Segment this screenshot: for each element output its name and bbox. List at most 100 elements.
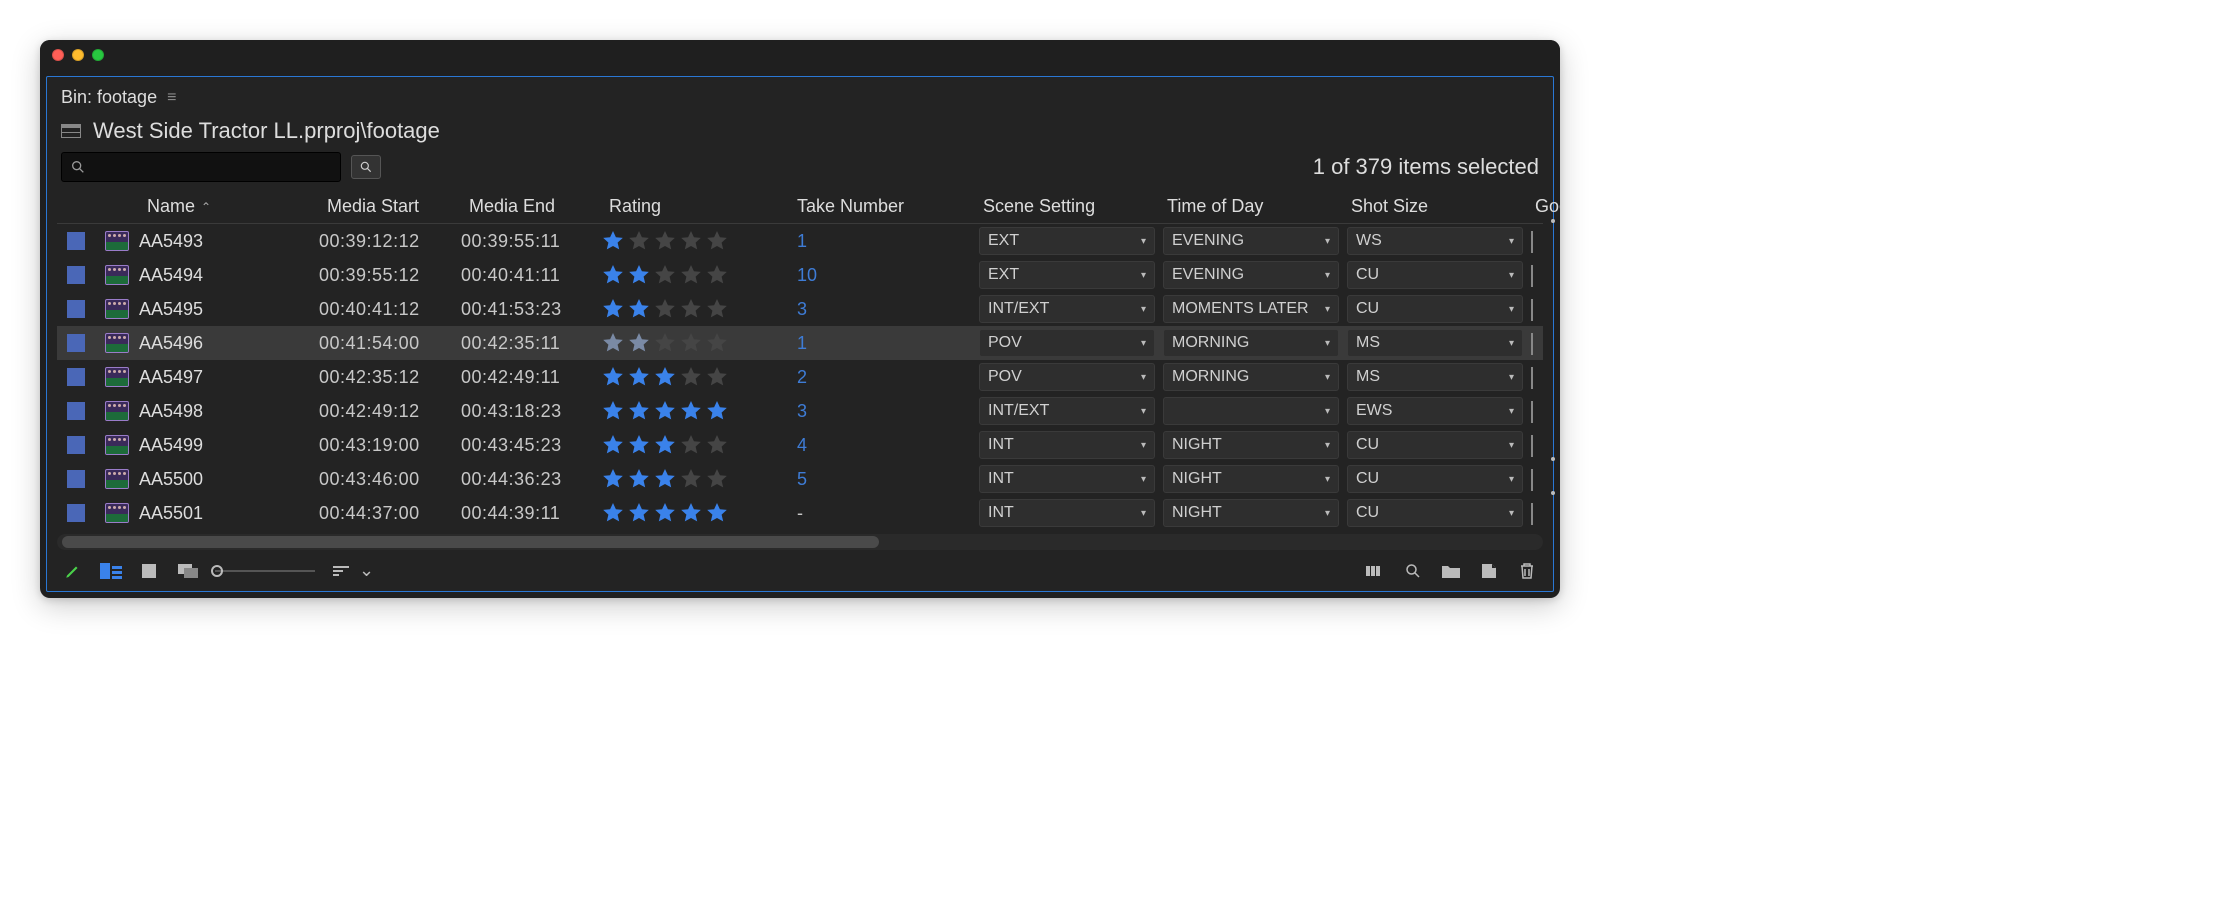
clip-name[interactable]: AA5498 (139, 401, 319, 422)
clip-name[interactable]: AA5494 (139, 265, 319, 286)
nav-up-icon[interactable] (61, 124, 81, 138)
rating-stars[interactable] (601, 365, 789, 389)
scene-setting-dropdown[interactable]: INT/EXT▾ (979, 397, 1155, 425)
clip-name[interactable]: AA5496 (139, 333, 319, 354)
shot-size-dropdown[interactable]: CU▾ (1347, 431, 1523, 459)
star-1-icon[interactable] (601, 263, 625, 287)
rating-stars[interactable] (601, 331, 789, 355)
star-2-icon[interactable] (627, 229, 651, 253)
good-checkbox[interactable] (1531, 367, 1533, 389)
column-header-rating[interactable]: Rating (601, 192, 789, 221)
shot-size-dropdown[interactable]: MS▾ (1347, 363, 1523, 391)
star-1-icon[interactable] (601, 433, 625, 457)
good-checkbox[interactable] (1531, 401, 1533, 423)
table-row[interactable]: AA549700:42:35:1200:42:49:112POV▾MORNING… (57, 360, 1543, 394)
column-header-take-number[interactable]: Take Number (789, 192, 975, 221)
good-checkbox[interactable] (1531, 333, 1533, 355)
table-row[interactable]: AA549900:43:19:0000:43:45:234INT▾NIGHT▾C… (57, 428, 1543, 462)
star-4-icon[interactable] (679, 331, 703, 355)
clip-name[interactable]: AA5499 (139, 435, 319, 456)
star-5-icon[interactable] (705, 399, 729, 423)
time-of-day-dropdown[interactable]: ▾ (1163, 397, 1339, 425)
scene-setting-dropdown[interactable]: EXT▾ (979, 261, 1155, 289)
time-of-day-dropdown[interactable]: NIGHT▾ (1163, 431, 1339, 459)
star-3-icon[interactable] (653, 297, 677, 321)
clip-name[interactable]: AA5500 (139, 469, 319, 490)
star-4-icon[interactable] (679, 365, 703, 389)
star-5-icon[interactable] (705, 433, 729, 457)
rating-stars[interactable] (601, 467, 789, 491)
take-number[interactable]: 10 (789, 265, 975, 286)
take-number[interactable]: 1 (789, 333, 975, 354)
star-5-icon[interactable] (705, 467, 729, 491)
good-checkbox[interactable] (1531, 265, 1533, 287)
horizontal-scrollbar[interactable] (57, 534, 1543, 550)
table-row[interactable]: AA549600:41:54:0000:42:35:111POV▾MORNING… (57, 326, 1543, 360)
star-1-icon[interactable] (601, 467, 625, 491)
star-3-icon[interactable] (653, 467, 677, 491)
star-5-icon[interactable] (705, 331, 729, 355)
star-1-icon[interactable] (601, 399, 625, 423)
pencil-icon[interactable] (63, 561, 83, 581)
star-5-icon[interactable] (705, 263, 729, 287)
time-of-day-dropdown[interactable]: NIGHT▾ (1163, 499, 1339, 527)
clip-name[interactable]: AA5495 (139, 299, 319, 320)
breadcrumb-path[interactable]: West Side Tractor LL.prproj\footage (93, 118, 440, 144)
rating-stars[interactable] (601, 399, 789, 423)
star-3-icon[interactable] (653, 501, 677, 525)
good-checkbox[interactable] (1531, 231, 1533, 253)
column-header-name[interactable]: Name ⌃ (139, 192, 319, 221)
star-3-icon[interactable] (653, 331, 677, 355)
rating-stars[interactable] (601, 433, 789, 457)
time-of-day-dropdown[interactable]: EVENING▾ (1163, 261, 1339, 289)
table-row[interactable]: AA549300:39:12:1200:39:55:111EXT▾EVENING… (57, 224, 1543, 258)
clip-name[interactable]: AA5501 (139, 503, 319, 524)
rating-stars[interactable] (601, 229, 789, 253)
table-row[interactable]: AA550000:43:46:0000:44:36:235INT▾NIGHT▾C… (57, 462, 1543, 496)
rating-stars[interactable] (601, 263, 789, 287)
shot-size-dropdown[interactable]: EWS▾ (1347, 397, 1523, 425)
star-4-icon[interactable] (679, 433, 703, 457)
time-of-day-dropdown[interactable]: EVENING▾ (1163, 227, 1339, 255)
list-view-button[interactable] (101, 561, 121, 581)
star-2-icon[interactable] (627, 399, 651, 423)
scene-setting-dropdown[interactable]: INT▾ (979, 465, 1155, 493)
good-checkbox[interactable] (1531, 503, 1533, 525)
star-3-icon[interactable] (653, 399, 677, 423)
clip-name[interactable]: AA5493 (139, 231, 319, 252)
star-5-icon[interactable] (705, 365, 729, 389)
star-3-icon[interactable] (653, 263, 677, 287)
row-selection-swatch[interactable] (67, 504, 85, 522)
star-2-icon[interactable] (627, 297, 651, 321)
row-selection-swatch[interactable] (67, 368, 85, 386)
scene-setting-dropdown[interactable]: EXT▾ (979, 227, 1155, 255)
window-zoom-button[interactable] (92, 49, 104, 61)
good-checkbox[interactable] (1531, 299, 1533, 321)
row-selection-swatch[interactable] (67, 470, 85, 488)
shot-size-dropdown[interactable]: CU▾ (1347, 465, 1523, 493)
take-number[interactable]: - (789, 503, 975, 524)
time-of-day-dropdown[interactable]: MORNING▾ (1163, 363, 1339, 391)
star-3-icon[interactable] (653, 433, 677, 457)
scene-setting-dropdown[interactable]: POV▾ (979, 363, 1155, 391)
column-header-good[interactable]: Goo (1527, 192, 1560, 221)
row-selection-swatch[interactable] (67, 232, 85, 250)
good-checkbox[interactable] (1531, 469, 1533, 491)
star-2-icon[interactable] (627, 433, 651, 457)
shot-size-dropdown[interactable]: CU▾ (1347, 295, 1523, 323)
column-header-media-end[interactable]: Media End (461, 192, 601, 221)
icon-view-button[interactable] (139, 561, 159, 581)
automate-to-sequence-icon[interactable] (1365, 561, 1385, 581)
shot-size-dropdown[interactable]: CU▾ (1347, 261, 1523, 289)
time-of-day-dropdown[interactable]: NIGHT▾ (1163, 465, 1339, 493)
window-close-button[interactable] (52, 49, 64, 61)
table-row[interactable]: AA549800:42:49:1200:43:18:233INT/EXT▾▾EW… (57, 394, 1543, 428)
star-2-icon[interactable] (627, 331, 651, 355)
take-number[interactable]: 1 (789, 231, 975, 252)
star-4-icon[interactable] (679, 399, 703, 423)
star-3-icon[interactable] (653, 229, 677, 253)
shot-size-dropdown[interactable]: CU▾ (1347, 499, 1523, 527)
star-4-icon[interactable] (679, 263, 703, 287)
star-4-icon[interactable] (679, 229, 703, 253)
star-2-icon[interactable] (627, 467, 651, 491)
